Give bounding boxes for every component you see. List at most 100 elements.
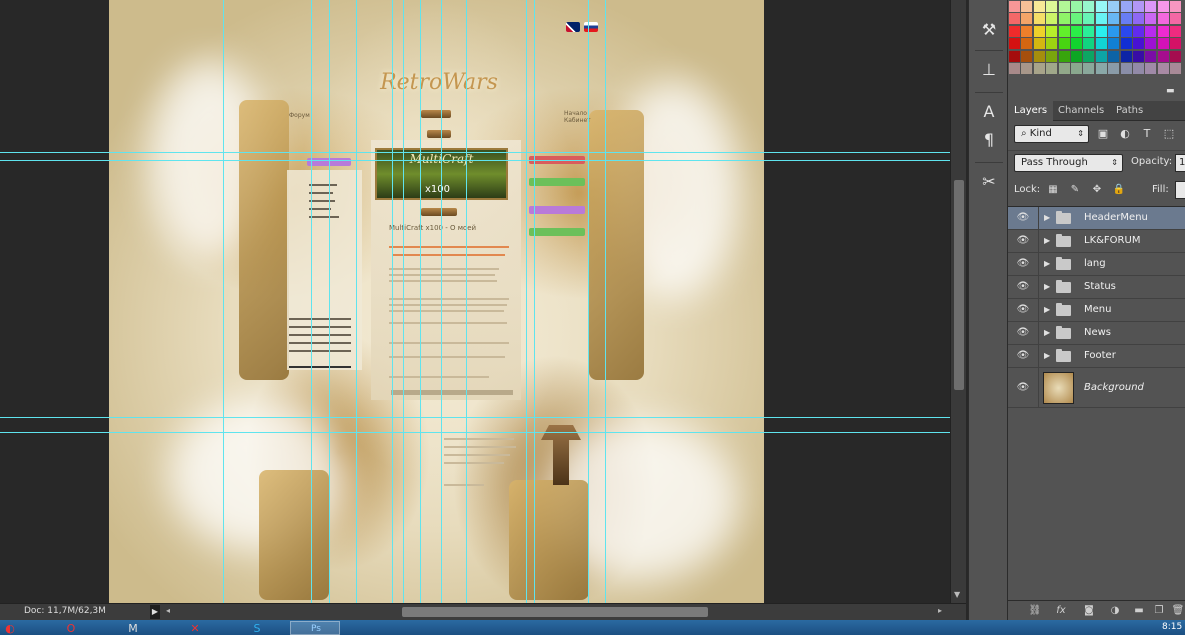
taskbar-skype[interactable]: S xyxy=(232,621,282,635)
new-adjustment-icon[interactable]: ◑ xyxy=(1108,604,1122,618)
document-canvas[interactable]: RetroWars Форум Начало Кабинет MultiCraf… xyxy=(109,0,764,603)
color-swatch[interactable] xyxy=(1071,25,1082,37)
layer-row-headermenu[interactable]: 👁 ▶ HeaderMenu xyxy=(1008,207,1185,230)
guide-vertical[interactable] xyxy=(223,0,224,603)
color-swatch[interactable] xyxy=(1021,1,1033,12)
lock-move-icon[interactable]: ✥ xyxy=(1090,183,1104,197)
color-swatch[interactable] xyxy=(1095,1,1107,12)
taskbar-mail[interactable]: M xyxy=(108,621,158,635)
color-swatch[interactable] xyxy=(1133,50,1144,62)
layer-row-menu[interactable]: 👁 ▶ Menu xyxy=(1008,299,1185,322)
color-swatch[interactable] xyxy=(1095,38,1107,50)
color-swatch[interactable] xyxy=(1046,38,1058,50)
expand-arrow-icon[interactable]: ▶ xyxy=(1044,235,1050,247)
lock-all-icon[interactable]: 🔒 xyxy=(1112,183,1126,197)
guide-vertical[interactable] xyxy=(526,0,527,603)
stamp-icon[interactable]: ⊥ xyxy=(977,58,1001,82)
layer-row-status[interactable]: 👁 ▶ Status xyxy=(1008,276,1185,299)
filter-adjustment-icon[interactable]: ◐ xyxy=(1118,127,1132,141)
taskbar-antivirus[interactable]: ✕ xyxy=(170,621,220,635)
opacity-field[interactable]: 10 xyxy=(1175,154,1185,172)
guide-horizontal[interactable] xyxy=(0,160,950,161)
eye-icon[interactable]: 👁 xyxy=(1016,327,1030,339)
tab-layers[interactable]: Layers xyxy=(1008,101,1054,121)
scroll-right-arrow-icon[interactable]: ▸ xyxy=(938,606,942,615)
guide-horizontal[interactable] xyxy=(0,417,950,418)
color-swatch[interactable] xyxy=(1021,25,1033,37)
color-swatch[interactable] xyxy=(1009,1,1020,12)
eye-icon[interactable]: 👁 xyxy=(1016,258,1030,270)
scroll-down-arrow-icon[interactable]: ▼ xyxy=(954,590,960,599)
color-swatch[interactable] xyxy=(1133,13,1144,25)
color-swatch[interactable] xyxy=(1009,50,1020,62)
taskbar-opera[interactable]: O xyxy=(46,621,96,635)
guide-vertical[interactable] xyxy=(329,0,330,603)
tool-presets-icon[interactable]: ✂ xyxy=(977,170,1001,194)
color-swatch[interactable] xyxy=(1083,38,1095,50)
canvas-workspace[interactable]: RetroWars Форум Начало Кабинет MultiCraf… xyxy=(0,0,950,603)
color-swatch[interactable] xyxy=(1095,13,1107,25)
color-swatch[interactable] xyxy=(1033,25,1045,37)
fill-field[interactable] xyxy=(1175,181,1185,199)
add-mask-icon[interactable]: ◙ xyxy=(1082,604,1096,618)
color-swatch[interactable] xyxy=(1058,1,1070,12)
color-swatch[interactable] xyxy=(1170,50,1182,62)
color-swatch[interactable] xyxy=(1133,25,1144,37)
color-swatch[interactable] xyxy=(1071,50,1082,62)
color-swatch[interactable] xyxy=(1145,1,1157,12)
delete-layer-icon[interactable]: 🗑 xyxy=(1171,604,1185,618)
character-icon[interactable]: A xyxy=(977,100,1001,124)
color-swatch[interactable] xyxy=(1108,63,1120,74)
color-swatch[interactable] xyxy=(1170,13,1182,25)
color-swatch[interactable] xyxy=(1071,1,1082,12)
expand-arrow-icon[interactable]: ▶ xyxy=(1044,327,1050,339)
color-swatch[interactable] xyxy=(1157,50,1169,62)
lock-brush-icon[interactable]: ✎ xyxy=(1068,183,1082,197)
taskbar-photoshop[interactable]: Ps xyxy=(290,621,340,635)
color-swatch[interactable] xyxy=(1046,50,1058,62)
eye-icon[interactable]: 👁 xyxy=(1016,382,1030,394)
color-swatch[interactable] xyxy=(1157,38,1169,50)
horizontal-scroll-thumb[interactable] xyxy=(402,607,708,617)
expand-arrow-icon[interactable]: ▶ xyxy=(1044,281,1050,293)
filter-kind-select[interactable]: ⌕ Kind ⇕ xyxy=(1014,125,1089,143)
color-swatch[interactable] xyxy=(1021,38,1033,50)
guide-horizontal[interactable] xyxy=(0,432,950,433)
color-swatch[interactable] xyxy=(1058,13,1070,25)
eye-icon[interactable]: 👁 xyxy=(1016,304,1030,316)
color-swatch[interactable] xyxy=(1108,25,1120,37)
color-swatch[interactable] xyxy=(1133,63,1144,74)
color-swatch[interactable] xyxy=(1021,50,1033,62)
color-swatch[interactable] xyxy=(1133,38,1144,50)
color-swatch[interactable] xyxy=(1145,50,1157,62)
expand-arrow-icon[interactable]: ▶ xyxy=(1044,350,1050,362)
tab-channels[interactable]: Channels xyxy=(1052,101,1110,121)
color-swatch[interactable] xyxy=(1083,25,1095,37)
filter-pixel-icon[interactable]: ▣ xyxy=(1096,127,1110,141)
color-swatch[interactable] xyxy=(1120,50,1132,62)
color-swatch[interactable] xyxy=(1108,50,1120,62)
layer-row-news[interactable]: 👁 ▶ News xyxy=(1008,322,1185,345)
color-swatch[interactable] xyxy=(1170,1,1182,12)
guide-vertical[interactable] xyxy=(420,0,421,603)
color-swatch[interactable] xyxy=(1071,13,1082,25)
paragraph-icon[interactable]: ¶ xyxy=(977,128,1001,152)
eye-icon[interactable]: 👁 xyxy=(1016,212,1030,224)
color-swatch[interactable] xyxy=(1170,63,1182,74)
panel-menu-icon[interactable]: ▬ xyxy=(1166,86,1176,96)
expand-arrow-icon[interactable]: ▶ xyxy=(1044,258,1050,270)
brush-set-icon[interactable]: ⚒ xyxy=(977,18,1001,42)
new-layer-icon[interactable]: ❐ xyxy=(1152,604,1166,618)
swatches-panel[interactable] xyxy=(1008,0,1185,82)
color-swatch[interactable] xyxy=(1058,63,1070,74)
status-menu-arrow-icon[interactable]: ▶ xyxy=(150,605,160,619)
fx-icon[interactable]: fx xyxy=(1054,604,1068,618)
color-swatch[interactable] xyxy=(1157,63,1169,74)
color-swatch[interactable] xyxy=(1033,63,1045,74)
color-swatch[interactable] xyxy=(1046,25,1058,37)
color-swatch[interactable] xyxy=(1046,1,1058,12)
lock-transparency-icon[interactable]: ▦ xyxy=(1046,183,1060,197)
color-swatch[interactable] xyxy=(1108,13,1120,25)
color-swatch[interactable] xyxy=(1009,63,1020,74)
color-swatch[interactable] xyxy=(1120,63,1132,74)
